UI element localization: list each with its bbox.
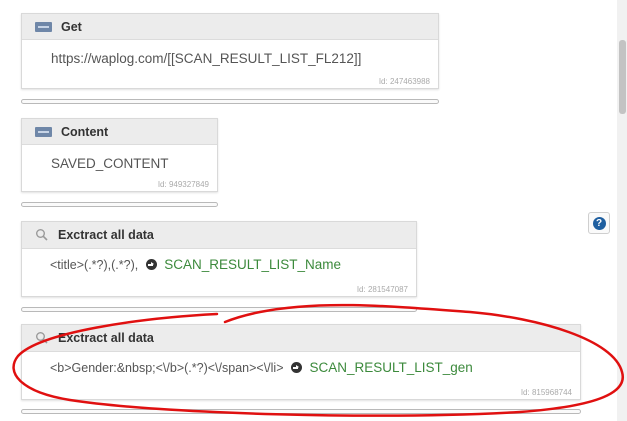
block-title: Get	[61, 19, 82, 34]
block-header[interactable]: Get	[22, 14, 438, 40]
block-header[interactable]: Exctract all data	[22, 325, 580, 352]
http-icon	[35, 126, 52, 137]
help-button[interactable]: ?	[588, 212, 610, 234]
arrow-right-icon	[290, 362, 302, 373]
block-content-value: SAVED_CONTENT	[51, 156, 169, 171]
help-icon: ?	[592, 216, 606, 230]
block-id: Id: 815968744	[520, 388, 572, 397]
block-connector[interactable]	[21, 99, 439, 104]
content-block[interactable]: Content SAVED_CONTENT Id: 949327849	[21, 118, 218, 192]
block-connector[interactable]	[21, 307, 417, 312]
block-title: Content	[61, 124, 109, 139]
search-icon	[36, 229, 48, 241]
regex-pattern: <b>Gender:&nbsp;<\/b>(.*?)<\/span><\/li>	[50, 361, 284, 375]
arrow-right-icon	[145, 259, 157, 270]
block-expression: <b>Gender:&nbsp;<\/b>(.*?)<\/span><\/li>…	[22, 352, 580, 379]
extract-data-block[interactable]: Exctract all data <b>Gender:&nbsp;<\/b>(…	[21, 324, 581, 400]
output-variable: SCAN_RESULT_LIST_gen	[309, 360, 473, 375]
block-url: https://waplog.com/[[SCAN_RESULT_LIST_FL…	[51, 51, 362, 66]
block-title: Exctract all data	[58, 331, 154, 345]
search-icon	[36, 332, 48, 344]
block-id: Id: 281547087	[356, 285, 408, 294]
block-header[interactable]: Content	[22, 119, 217, 145]
regex-pattern: <title>(.*?),(.*?),	[50, 258, 139, 272]
extract-data-block[interactable]: Exctract all data <title>(.*?),(.*?), SC…	[21, 221, 417, 297]
block-header[interactable]: Exctract all data	[22, 222, 416, 249]
http-icon	[35, 21, 52, 32]
scrollbar-thumb[interactable]	[619, 40, 626, 114]
get-request-block[interactable]: Get https://waplog.com/[[SCAN_RESULT_LIS…	[21, 13, 439, 89]
output-variable: SCAN_RESULT_LIST_Name	[164, 257, 342, 272]
block-connector[interactable]	[21, 409, 581, 414]
block-title: Exctract all data	[58, 228, 154, 242]
block-id: Id: 949327849	[157, 180, 209, 189]
workflow-canvas: Get https://waplog.com/[[SCAN_RESULT_LIS…	[0, 0, 627, 421]
block-connector[interactable]	[21, 202, 218, 207]
block-expression: <title>(.*?),(.*?), SCAN_RESULT_LIST_Nam…	[22, 249, 416, 276]
block-id: Id: 247463988	[378, 77, 430, 86]
